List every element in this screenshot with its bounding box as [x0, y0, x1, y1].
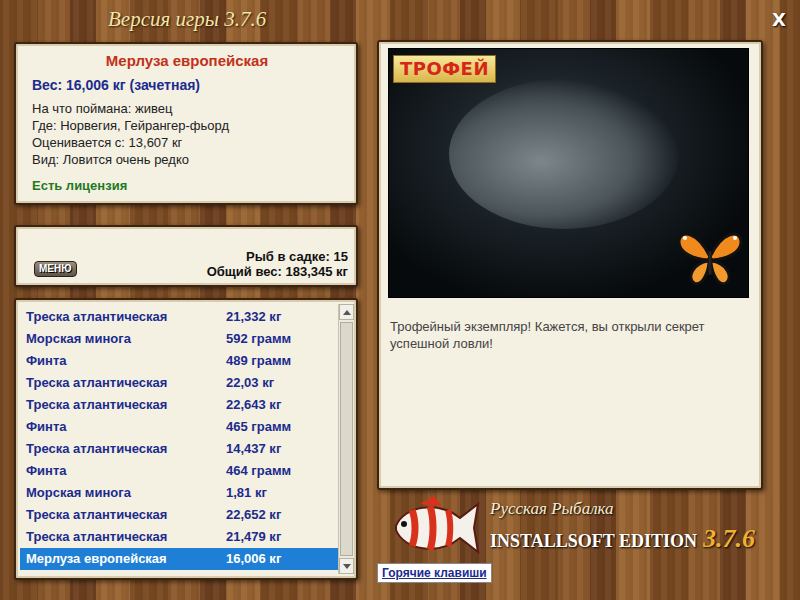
- catch-row[interactable]: Треска атлантическая22,643 кг: [20, 394, 338, 416]
- title-bar: Версия игры 3.7.6 X: [0, 0, 800, 40]
- catch-row[interactable]: Треска атлантическая21,332 кг: [20, 306, 338, 328]
- catch-detail: Где: Норвегия, Гейрангер-фьорд: [32, 117, 342, 134]
- scroll-thumb[interactable]: [340, 322, 353, 556]
- license-status: Есть лицензия: [32, 176, 342, 196]
- right-column: ТРОФЕЙ Трофейный экземпляр! Кажется, вы о…: [377, 40, 763, 583]
- row-fish-weight: 14,437 кг: [226, 439, 281, 459]
- logo-text: Русская РыбалкаINSTALLSOFT EDITION3.7.6: [490, 499, 755, 558]
- row-fish-weight: 22,652 кг: [226, 505, 281, 525]
- catch-row[interactable]: Финта489 грамм: [20, 350, 338, 372]
- catch-row[interactable]: Финта464 грамм: [20, 460, 338, 482]
- row-fish-name: Финта: [26, 461, 226, 481]
- logo-title: Русская Рыбалка: [490, 499, 755, 519]
- fish-count: Рыб в садке: 15: [207, 249, 348, 264]
- window-title: Версия игры 3.7.6: [108, 4, 266, 36]
- row-fish-name: Треска атлантическая: [26, 505, 226, 525]
- row-fish-weight: 21,332 кг: [226, 307, 281, 327]
- row-fish-weight: 22,03 кг: [226, 373, 274, 393]
- catch-detail: Вид: Ловится очень редко: [32, 151, 342, 168]
- scrollbar[interactable]: [338, 304, 354, 574]
- keepnet-summary: Рыб в садке: 15Общий вес: 183,345 кг: [207, 249, 348, 279]
- row-fish-name: Финта: [26, 417, 226, 437]
- row-fish-name: Треска атлантическая: [26, 439, 226, 459]
- catch-row[interactable]: Треска атлантическая22,652 кг: [20, 504, 338, 526]
- row-fish-name: Морская минога: [26, 483, 226, 503]
- catch-row[interactable]: Морская минога592 грамм: [20, 328, 338, 350]
- trophy-panel: ТРОФЕЙ Трофейный экземпляр! Кажется, вы о…: [377, 40, 763, 490]
- row-fish-name: Финта: [26, 351, 226, 371]
- left-column: Мерлуза европейскаяВес: 16,006 кг (зачет…: [14, 42, 358, 583]
- menu-button[interactable]: МЕНЮ: [34, 261, 77, 277]
- scroll-up-button[interactable]: [339, 304, 354, 320]
- catch-row[interactable]: Треска атлантическая22,03 кг: [20, 372, 338, 394]
- catch-row[interactable]: Треска атлантическая14,437 кг: [20, 438, 338, 460]
- catch-row[interactable]: Треска атлантическая21,479 кг: [20, 526, 338, 548]
- row-fish-name: Морская минога: [26, 329, 226, 349]
- bottom-area: Русская РыбалкаINSTALLSOFT EDITION3.7.6Г…: [377, 490, 763, 583]
- row-fish-weight: 489 грамм: [226, 351, 291, 371]
- logo-edition-line: INSTALLSOFT EDITION3.7.6: [490, 519, 755, 558]
- hotkeys-row: Горячие клавиши: [377, 561, 763, 583]
- keepnet-panel: МЕНЮ Рыб в садке: 15Общий вес: 183,345 кг: [14, 225, 358, 287]
- row-fish-weight: 16,006 кг: [226, 549, 281, 569]
- catch-info-panel: Мерлуза европейскаяВес: 16,006 кг (зачет…: [14, 42, 358, 205]
- fish-photo: ТРОФЕЙ: [388, 48, 749, 298]
- row-fish-weight: 22,643 кг: [226, 395, 281, 415]
- catch-list: Треска атлантическая21,332 кгМорская мин…: [14, 298, 358, 580]
- row-fish-weight: 21,479 кг: [226, 527, 281, 547]
- hotkeys-button[interactable]: Горячие клавиши: [377, 563, 492, 583]
- total-weight: Общий вес: 183,345 кг: [207, 264, 348, 279]
- row-fish-name: Треска атлантическая: [26, 395, 226, 415]
- trophy-badge: ТРОФЕЙ: [393, 55, 496, 83]
- game-window: Версия игры 3.7.6XМерлуза европейскаяВес…: [0, 0, 800, 600]
- fish-logo-icon: [390, 496, 482, 560]
- row-fish-name: Треска атлантическая: [26, 527, 226, 547]
- butterfly-icon: [676, 227, 744, 289]
- logo-edition: INSTALLSOFT EDITION: [490, 529, 697, 553]
- logo-version: 3.7.6: [703, 519, 755, 558]
- game-logo: Русская РыбалкаINSTALLSOFT EDITION3.7.6: [377, 495, 763, 561]
- catch-row[interactable]: Морская минога1,81 кг: [20, 482, 338, 504]
- row-fish-name: Треска атлантическая: [26, 307, 226, 327]
- main-area: Мерлуза европейскаяВес: 16,006 кг (зачет…: [0, 40, 800, 583]
- row-fish-weight: 592 грамм: [226, 329, 291, 349]
- row-fish-weight: 465 грамм: [226, 417, 291, 437]
- row-fish-weight: 464 грамм: [226, 461, 291, 481]
- catch-detail: Оценивается с: 13,607 кг: [32, 134, 342, 151]
- fish-name: Мерлуза европейская: [32, 50, 342, 73]
- arrow-up-icon: [343, 310, 351, 315]
- close-button[interactable]: X: [768, 9, 790, 31]
- catch-row[interactable]: Мерлуза европейская16,006 кг: [20, 548, 338, 570]
- fish-silhouette: [449, 79, 679, 229]
- fish-weight: Вес: 16,006 кг (зачетная): [32, 75, 342, 96]
- row-fish-name: Мерлуза европейская: [26, 549, 226, 569]
- catch-rows: Треска атлантическая21,332 кгМорская мин…: [20, 304, 338, 574]
- catch-detail: На что поймана: живец: [32, 100, 342, 117]
- arrow-down-icon: [343, 564, 351, 569]
- trophy-message: Трофейный экземпляр! Кажется, вы открыли…: [388, 318, 749, 352]
- catch-row[interactable]: Финта465 грамм: [20, 416, 338, 438]
- row-fish-name: Треска атлантическая: [26, 373, 226, 393]
- row-fish-weight: 1,81 кг: [226, 483, 267, 503]
- scroll-down-button[interactable]: [339, 558, 354, 574]
